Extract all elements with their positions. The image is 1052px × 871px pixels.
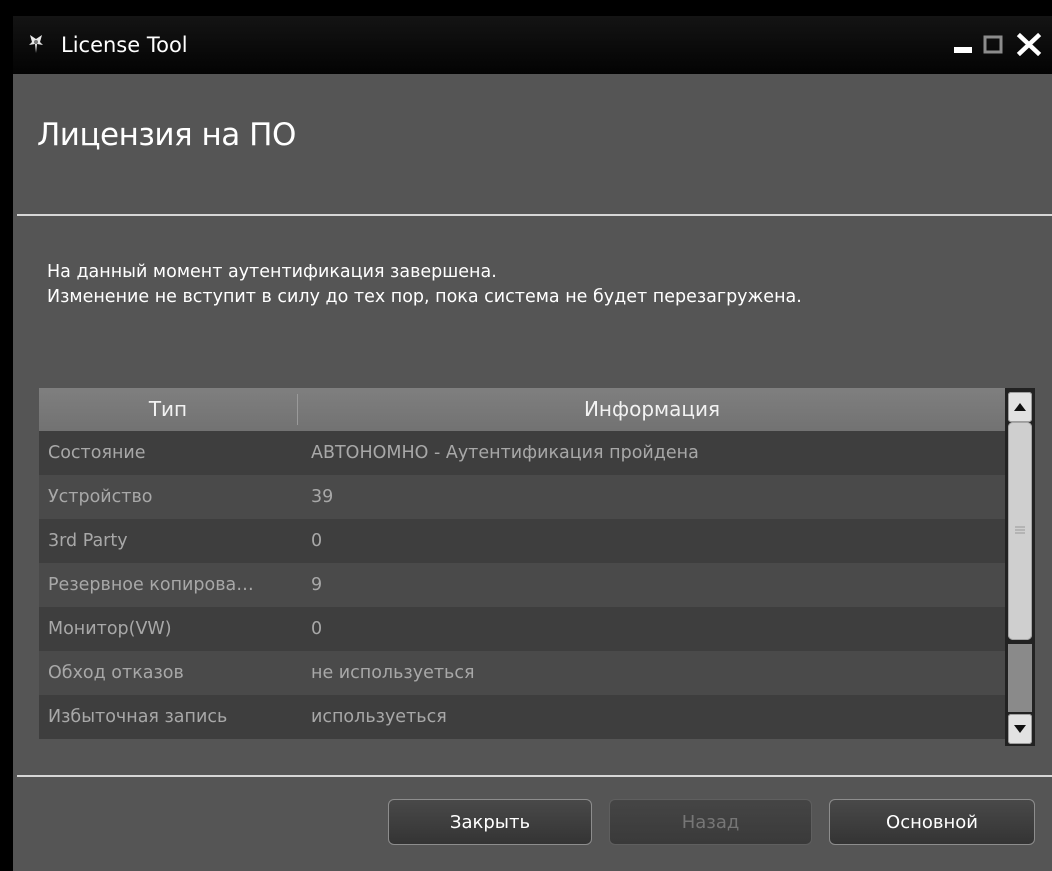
close-icon[interactable] [1014,32,1044,56]
page-title: Лицензия на ПО [37,117,296,153]
cell-info: используеться [311,707,447,727]
window-title: License Tool [61,33,188,57]
grip-icon [1015,526,1025,534]
license-info-table: Тип Информация Состояние АВТОНОМНО - Аут… [39,388,1052,746]
scroll-thumb[interactable] [1008,422,1032,640]
maximize-icon[interactable] [983,32,1003,56]
cell-type: Избыточная запись [48,707,228,727]
cell-info: не используеться [311,663,475,683]
title-bar[interactable]: License Tool [13,16,1052,74]
arrow-up-icon [1014,403,1026,411]
cell-info: 39 [311,487,334,507]
back-button[interactable]: Назад [609,799,812,845]
table-header: Тип Информация [39,388,1005,431]
close-button[interactable]: Закрыть [388,799,592,845]
column-header-type[interactable]: Тип [39,388,297,431]
scroll-track[interactable] [1008,644,1032,712]
minimize-icon[interactable] [953,32,973,56]
cell-type: Монитор(VW) [48,619,172,639]
table-row[interactable]: Обход отказов не используеться [39,651,1005,695]
table-row[interactable]: Избыточная запись используеться [39,695,1005,739]
license-app-icon [29,35,43,53]
table-row[interactable]: Резервное копирова… 9 [39,563,1005,607]
cell-info: 0 [311,531,323,551]
main-button[interactable]: Основной [829,799,1035,845]
scroll-up-button[interactable] [1008,392,1032,422]
column-header-info[interactable]: Информация [299,388,1005,431]
status-message: На данный момент аутентификация завершен… [47,260,802,310]
cell-type: Резервное копирова… [48,575,254,595]
footer-divider [17,775,1052,777]
column-divider[interactable] [297,394,298,425]
status-message-line-2: Изменение не вступит в силу до тех пор, … [47,287,802,307]
license-tool-window: License Tool Лицензия на ПО На данный мо… [13,16,1052,871]
cell-type: Устройство [48,487,153,507]
cell-info: 9 [311,575,323,595]
cell-info: АВТОНОМНО - Аутентификация пройдена [311,443,699,463]
cell-info: 0 [311,619,323,639]
table-row[interactable]: Состояние АВТОНОМНО - Аутентификация про… [39,431,1005,475]
table-row[interactable]: Монитор(VW) 0 [39,607,1005,651]
cell-type: Обход отказов [48,663,184,683]
cell-type: 3rd Party [48,531,128,551]
cell-type: Состояние [48,443,146,463]
scroll-down-button[interactable] [1008,714,1032,744]
header-divider [17,214,1052,216]
table-scrollbar[interactable] [1005,388,1035,746]
table-row[interactable]: 3rd Party 0 [39,519,1005,563]
status-message-line-1: На данный момент аутентификация завершен… [47,262,497,282]
table-row[interactable]: Устройство 39 [39,475,1005,519]
arrow-down-icon [1014,725,1026,733]
